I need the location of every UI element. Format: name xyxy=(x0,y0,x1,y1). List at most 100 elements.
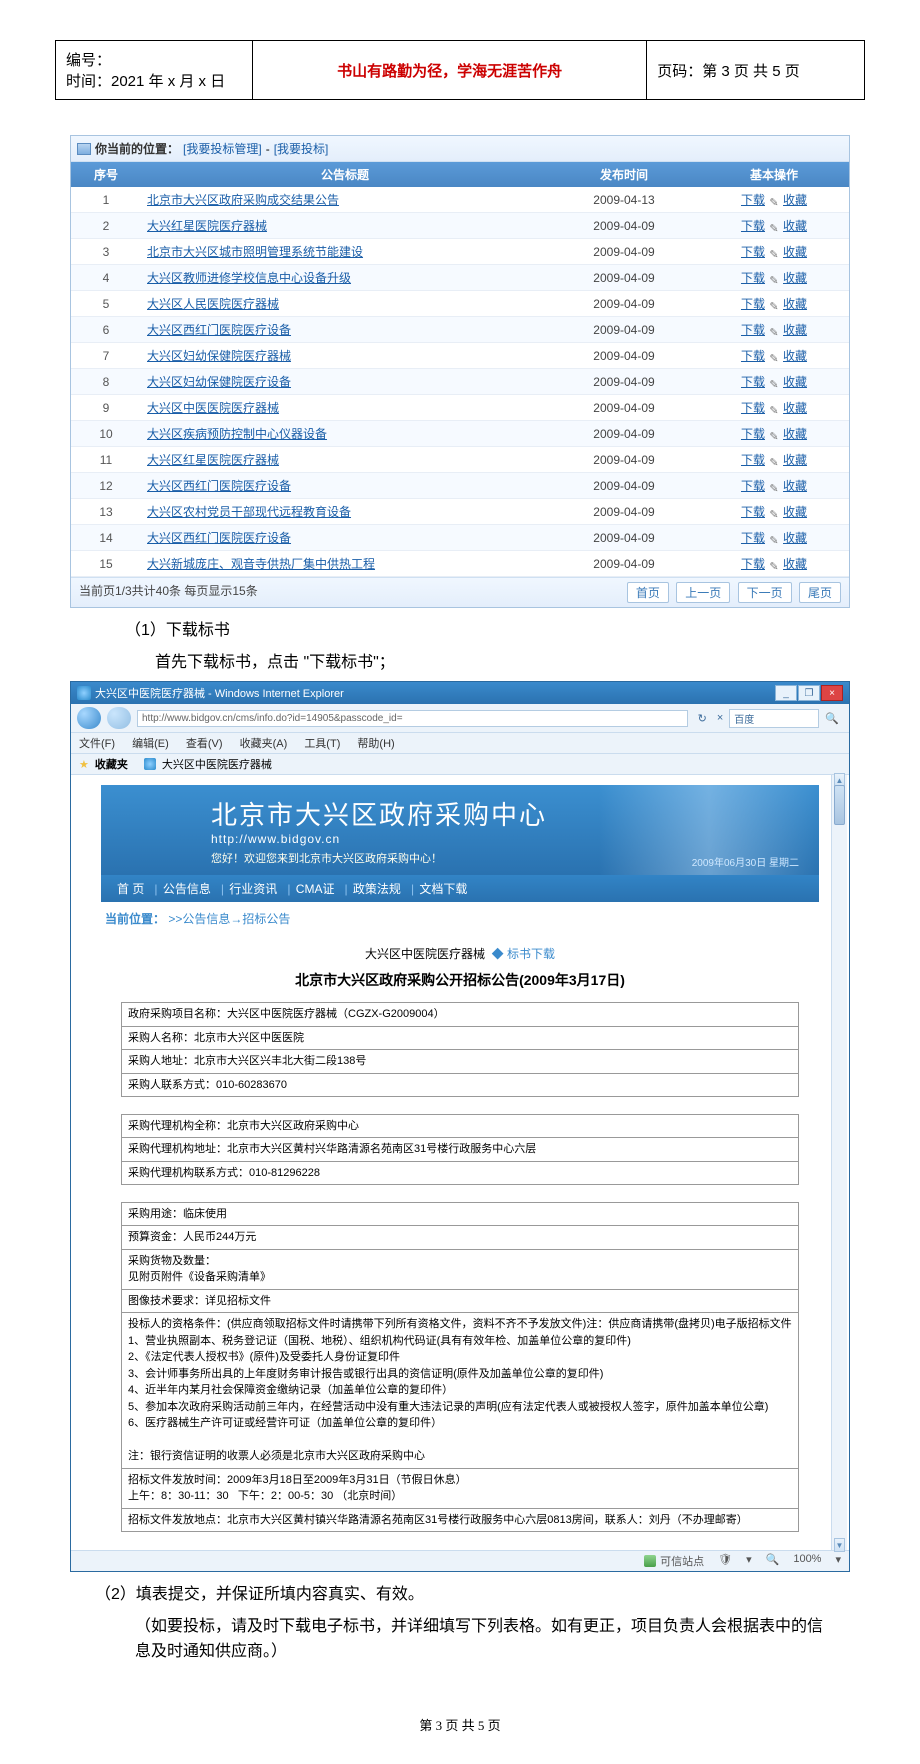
zoom-dropdown-icon[interactable]: ▾ xyxy=(835,1553,841,1569)
nav-policy[interactable]: 政策法规 xyxy=(353,882,401,896)
download-link[interactable]: 下载 xyxy=(741,427,765,441)
favorite-link[interactable]: 收藏 xyxy=(783,401,807,415)
edit-icon[interactable] xyxy=(768,377,780,389)
download-link[interactable]: 下载 xyxy=(741,193,765,207)
download-link[interactable]: 下载 xyxy=(741,219,765,233)
edit-icon[interactable] xyxy=(768,247,780,259)
ie-favorites-bar: ★ 收藏夹 大兴区中医院医疗器械 xyxy=(71,754,849,775)
edit-icon[interactable] xyxy=(768,299,780,311)
edit-icon[interactable] xyxy=(768,455,780,467)
scroll-thumb[interactable] xyxy=(834,785,845,825)
edit-icon[interactable] xyxy=(768,559,780,571)
download-link[interactable]: 下载 xyxy=(741,245,765,259)
favorite-link[interactable]: 收藏 xyxy=(783,297,807,311)
breadcrumb-link-2[interactable]: [我要投标] xyxy=(274,140,329,157)
download-link[interactable]: 下载 xyxy=(741,323,765,337)
edit-icon[interactable] xyxy=(768,221,780,233)
maximize-button[interactable]: ❐ xyxy=(798,685,820,701)
favorite-link[interactable]: 收藏 xyxy=(783,323,807,337)
edit-icon[interactable] xyxy=(768,429,780,441)
stop-icon[interactable]: × xyxy=(713,711,727,725)
site-crumb-path[interactable]: >>公告信息→招标公告 xyxy=(168,912,290,926)
row-title-link[interactable]: 大兴区妇幼保健院医疗器械 xyxy=(141,347,549,364)
favorite-link[interactable]: 收藏 xyxy=(783,375,807,389)
menu-view[interactable]: 查看(V) xyxy=(186,738,223,750)
status-zoom[interactable]: 100% xyxy=(793,1553,821,1569)
download-link[interactable]: 下载 xyxy=(741,349,765,363)
row-title-link[interactable]: 北京市大兴区政府采购成交结果公告 xyxy=(141,191,549,208)
menu-edit[interactable]: 编辑(E) xyxy=(132,738,169,750)
scrollbar[interactable]: ▲ ▼ xyxy=(831,775,847,1550)
row-title-link[interactable]: 大兴区疾病预防控制中心仪器设备 xyxy=(141,425,549,442)
pager-prev[interactable]: 上一页 xyxy=(676,582,730,603)
favorite-link[interactable]: 收藏 xyxy=(783,505,807,519)
menu-file[interactable]: 文件(F) xyxy=(79,738,115,750)
close-button[interactable]: × xyxy=(821,685,843,701)
row-title-link[interactable]: 大兴区农村党员干部现代远程教育设备 xyxy=(141,503,549,520)
pager-next[interactable]: 下一页 xyxy=(738,582,792,603)
row-title-link[interactable]: 大兴区红星医院医疗器械 xyxy=(141,451,549,468)
nav-qual[interactable]: 行业资讯 xyxy=(229,882,277,896)
back-button[interactable] xyxy=(77,707,101,729)
forward-button[interactable] xyxy=(107,707,131,729)
edit-icon[interactable] xyxy=(768,533,780,545)
search-go-icon[interactable]: 🔍 xyxy=(821,711,843,726)
row-title-link[interactable]: 北京市大兴区城市照明管理系统节能建设 xyxy=(141,243,549,260)
scroll-down-icon[interactable]: ▼ xyxy=(834,1538,845,1552)
edit-icon[interactable] xyxy=(768,273,780,285)
row-title-link[interactable]: 大兴区西红门医院医疗设备 xyxy=(141,477,549,494)
download-link[interactable]: 下载 xyxy=(741,557,765,571)
favorite-link[interactable]: 收藏 xyxy=(783,219,807,233)
download-link[interactable]: 下载 xyxy=(741,453,765,467)
favorite-link[interactable]: 收藏 xyxy=(783,531,807,545)
edit-icon[interactable] xyxy=(768,351,780,363)
fav-tab-title[interactable]: 大兴区中医院医疗器械 xyxy=(162,756,272,772)
refresh-icon[interactable]: ↻ xyxy=(694,711,711,726)
edit-icon[interactable] xyxy=(768,403,780,415)
edit-icon[interactable] xyxy=(768,481,780,493)
row-title-link[interactable]: 大兴红星医院医疗器械 xyxy=(141,217,549,234)
nav-download[interactable]: 文档下载 xyxy=(419,882,467,896)
download-link[interactable]: 下载 xyxy=(741,401,765,415)
url-input[interactable]: http://www.bidgov.cn/cms/info.do?id=1490… xyxy=(137,710,688,727)
nav-home[interactable]: 首 页 xyxy=(117,882,144,896)
download-link[interactable]: 下载 xyxy=(741,531,765,545)
row-title-link[interactable]: 大兴区中医医院医疗器械 xyxy=(141,399,549,416)
menu-fav[interactable]: 收藏夹(A) xyxy=(240,738,288,750)
download-link[interactable]: 下载 xyxy=(741,479,765,493)
download-link[interactable]: 下载 xyxy=(741,297,765,311)
menu-tool[interactable]: 工具(T) xyxy=(304,738,340,750)
pager-last[interactable]: 尾页 xyxy=(799,582,841,603)
favorite-link[interactable]: 收藏 xyxy=(783,557,807,571)
row-title-link[interactable]: 大兴区教师进修学校信息中心设备升级 xyxy=(141,269,549,286)
favorite-link[interactable]: 收藏 xyxy=(783,245,807,259)
favorite-link[interactable]: 收藏 xyxy=(783,479,807,493)
download-link[interactable]: 下载 xyxy=(741,375,765,389)
nav-cma[interactable]: CMA证 xyxy=(296,882,335,896)
favorite-link[interactable]: 收藏 xyxy=(783,453,807,467)
favorite-link[interactable]: 收藏 xyxy=(783,427,807,441)
favorite-link[interactable]: 收藏 xyxy=(783,349,807,363)
row-title-link[interactable]: 大兴区人民医院医疗器械 xyxy=(141,295,549,312)
zoom-icon[interactable]: 🔍 xyxy=(766,1553,780,1569)
download-bid-link[interactable]: 标书下载 xyxy=(507,947,555,961)
edit-icon[interactable] xyxy=(768,195,780,207)
row-title-link[interactable]: 大兴区妇幼保健院医疗设备 xyxy=(141,373,549,390)
edit-icon[interactable] xyxy=(768,325,780,337)
favorite-link[interactable]: 收藏 xyxy=(783,193,807,207)
nav-info[interactable]: 公告信息 xyxy=(163,882,211,896)
download-link[interactable]: 下载 xyxy=(741,505,765,519)
info-cell: 招标文件发放地点：北京市大兴区黄村镇兴华路清源名苑南区31号楼行政服务中心六层0… xyxy=(122,1508,799,1532)
download-link[interactable]: 下载 xyxy=(741,271,765,285)
pager-first[interactable]: 首页 xyxy=(627,582,669,603)
star-icon[interactable]: ★ xyxy=(79,758,89,771)
row-title-link[interactable]: 大兴区西红门医院医疗设备 xyxy=(141,529,549,546)
row-title-link[interactable]: 大兴新城庞庄、观音寺供热厂集中供热工程 xyxy=(141,555,549,572)
search-input[interactable]: 百度 xyxy=(729,709,819,728)
favorite-link[interactable]: 收藏 xyxy=(783,271,807,285)
breadcrumb-link-1[interactable]: [我要投标管理] xyxy=(183,140,262,157)
menu-help[interactable]: 帮助(H) xyxy=(357,738,394,750)
edit-icon[interactable] xyxy=(768,507,780,519)
minimize-button[interactable]: _ xyxy=(775,685,797,701)
row-title-link[interactable]: 大兴区西红门医院医疗设备 xyxy=(141,321,549,338)
